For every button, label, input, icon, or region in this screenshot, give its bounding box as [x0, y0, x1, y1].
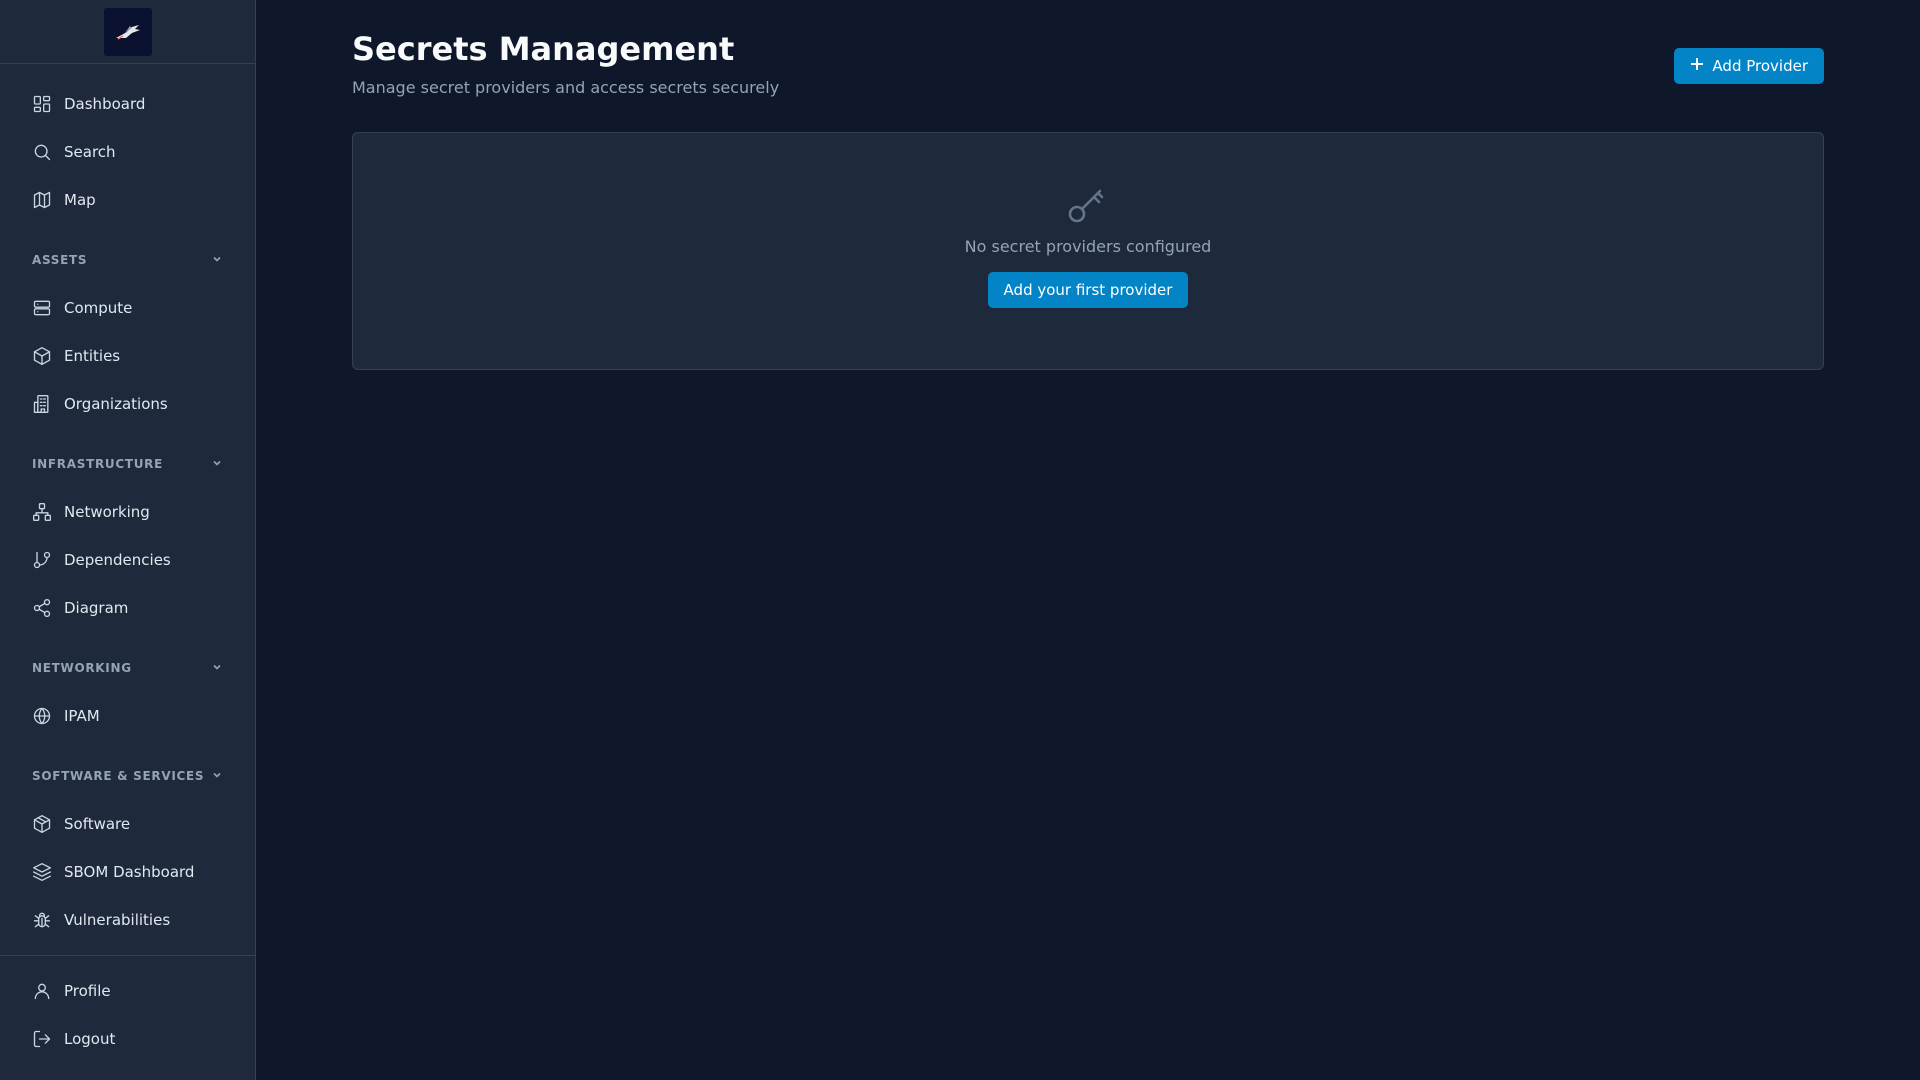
sidebar-item-map[interactable]: Map — [0, 176, 255, 224]
section-title: NETWORKING — [32, 661, 132, 675]
plus-icon — [1690, 57, 1704, 75]
sidebar-item-label: SBOM Dashboard — [64, 863, 195, 881]
bug-icon — [32, 910, 52, 930]
user-icon — [32, 981, 52, 1001]
building-icon — [32, 394, 52, 414]
sidebar-footer: Profile Logout — [0, 955, 255, 1063]
sidebar-item-dashboard[interactable]: Dashboard — [0, 80, 255, 128]
sidebar-item-software[interactable]: Software — [0, 800, 255, 848]
section-title: SOFTWARE & SERVICES — [32, 769, 205, 783]
section-networking[interactable]: NETWORKING — [0, 632, 255, 692]
sidebar-item-label: Diagram — [64, 599, 129, 617]
sidebar-item-label: Search — [64, 143, 116, 161]
section-title: ASSETS — [32, 253, 88, 267]
sidebar-item-vulnerabilities[interactable]: Vulnerabilities — [0, 896, 255, 944]
page-title: Secrets Management — [352, 30, 735, 68]
sidebar-item-label: Entities — [64, 347, 121, 365]
add-first-provider-button[interactable]: Add your first provider — [987, 272, 1189, 308]
empty-state-message: No secret providers configured — [964, 237, 1212, 256]
add-provider-label: Add Provider — [1712, 57, 1808, 75]
sidebar-item-label: Dependencies — [64, 551, 171, 569]
key-icon — [1064, 181, 1112, 229]
sidebar-item-logout[interactable]: Logout — [0, 1015, 255, 1063]
sidebar-item-label: Organizations — [64, 395, 168, 413]
sidebar-item-label: Compute — [64, 299, 133, 317]
sidebar-item-search[interactable]: Search — [0, 128, 255, 176]
section-title: INFRASTRUCTURE — [32, 457, 164, 471]
section-infrastructure[interactable]: INFRASTRUCTURE — [0, 428, 255, 488]
sidebar-item-label: Software — [64, 815, 131, 833]
sidebar-item-label: Networking — [64, 503, 150, 521]
logo-area — [0, 0, 255, 64]
sidebar-item-sbom-dashboard[interactable]: SBOM Dashboard — [0, 848, 255, 896]
page-subtitle: Manage secret providers and access secre… — [352, 78, 780, 97]
sidebar-item-label: Vulnerabilities — [64, 911, 171, 929]
globe-icon — [32, 706, 52, 726]
chevron-down-icon — [211, 769, 223, 784]
sidebar-item-diagram[interactable]: Diagram — [0, 584, 255, 632]
box-icon — [32, 346, 52, 366]
sidebar-item-label: IPAM — [64, 707, 100, 725]
sidebar: Dashboard Search Map ASSETS Compute Enti… — [0, 0, 256, 1080]
bird-logo-icon[interactable] — [103, 7, 152, 56]
sidebar-nav: Dashboard Search Map ASSETS Compute Enti… — [0, 64, 255, 944]
layers-icon — [32, 862, 52, 882]
network-icon — [32, 502, 52, 522]
server-icon — [32, 298, 52, 318]
chevron-down-icon — [211, 253, 223, 268]
sidebar-item-dependencies[interactable]: Dependencies — [0, 536, 255, 584]
logout-icon — [32, 1029, 52, 1049]
sidebar-item-ipam[interactable]: IPAM — [0, 692, 255, 740]
add-provider-button[interactable]: Add Provider — [1674, 48, 1824, 84]
chevron-down-icon — [211, 661, 223, 676]
package-icon — [32, 814, 52, 834]
search-icon — [32, 142, 52, 162]
git-branch-icon — [32, 550, 52, 570]
sidebar-item-label: Logout — [64, 1030, 116, 1048]
section-software-services[interactable]: SOFTWARE & SERVICES — [0, 740, 255, 800]
sidebar-item-label: Profile — [64, 982, 111, 1000]
sidebar-item-profile[interactable]: Profile — [0, 967, 255, 1015]
sidebar-item-compute[interactable]: Compute — [0, 284, 255, 332]
sidebar-item-label: Map — [64, 191, 96, 209]
section-assets[interactable]: ASSETS — [0, 224, 255, 284]
sidebar-item-networking[interactable]: Networking — [0, 488, 255, 536]
share-icon — [32, 598, 52, 618]
dashboard-icon — [32, 94, 52, 114]
map-icon — [32, 190, 52, 210]
chevron-down-icon — [211, 457, 223, 472]
sidebar-item-label: Dashboard — [64, 95, 146, 113]
sidebar-item-organizations[interactable]: Organizations — [0, 380, 255, 428]
empty-state-card: No secret providers configured Add your … — [352, 132, 1824, 370]
sidebar-item-entities[interactable]: Entities — [0, 332, 255, 380]
